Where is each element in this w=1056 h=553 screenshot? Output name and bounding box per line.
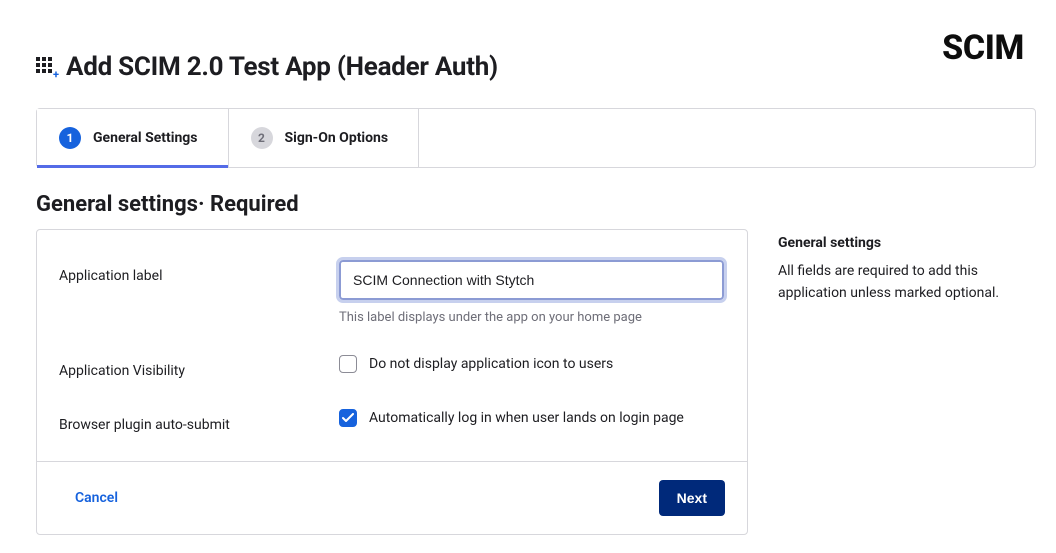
application-label-label: Application label	[59, 260, 339, 284]
tab-label: General Settings	[93, 130, 198, 146]
visibility-checkbox[interactable]	[339, 355, 357, 373]
tab-sign-on-options[interactable]: 2 Sign-On Options	[229, 109, 420, 167]
sidebar-text: All fields are required to add this appl…	[778, 261, 1036, 304]
tab-label: Sign-On Options	[285, 130, 389, 146]
auto-submit-checkbox-label: Automatically log in when user lands on …	[369, 410, 684, 426]
next-button[interactable]: Next	[659, 480, 725, 516]
step-number-icon: 1	[59, 127, 81, 149]
step-number-icon: 2	[251, 127, 273, 149]
auto-submit-checkbox[interactable]	[339, 409, 357, 427]
wizard-tabs: 1 General Settings 2 Sign-On Options	[36, 108, 1036, 168]
page-title: Add SCIM 2.0 Test App (Header Auth)	[66, 52, 498, 82]
visibility-label: Application Visibility	[59, 355, 339, 379]
application-label-helper: This label displays under the app on you…	[339, 310, 725, 325]
general-settings-panel: Application label This label displays un…	[36, 229, 748, 535]
tab-general-settings[interactable]: 1 General Settings	[37, 109, 229, 167]
add-app-icon: +	[36, 57, 56, 77]
cancel-button[interactable]: Cancel	[75, 490, 118, 506]
sidebar-title: General settings	[778, 235, 1036, 251]
visibility-checkbox-label: Do not display application icon to users	[369, 356, 613, 372]
auto-submit-label: Browser plugin auto-submit	[59, 409, 339, 433]
application-label-input[interactable]	[339, 260, 724, 300]
section-heading: General settings· Required	[36, 192, 1020, 217]
scim-logo: SCIM	[942, 28, 1024, 68]
